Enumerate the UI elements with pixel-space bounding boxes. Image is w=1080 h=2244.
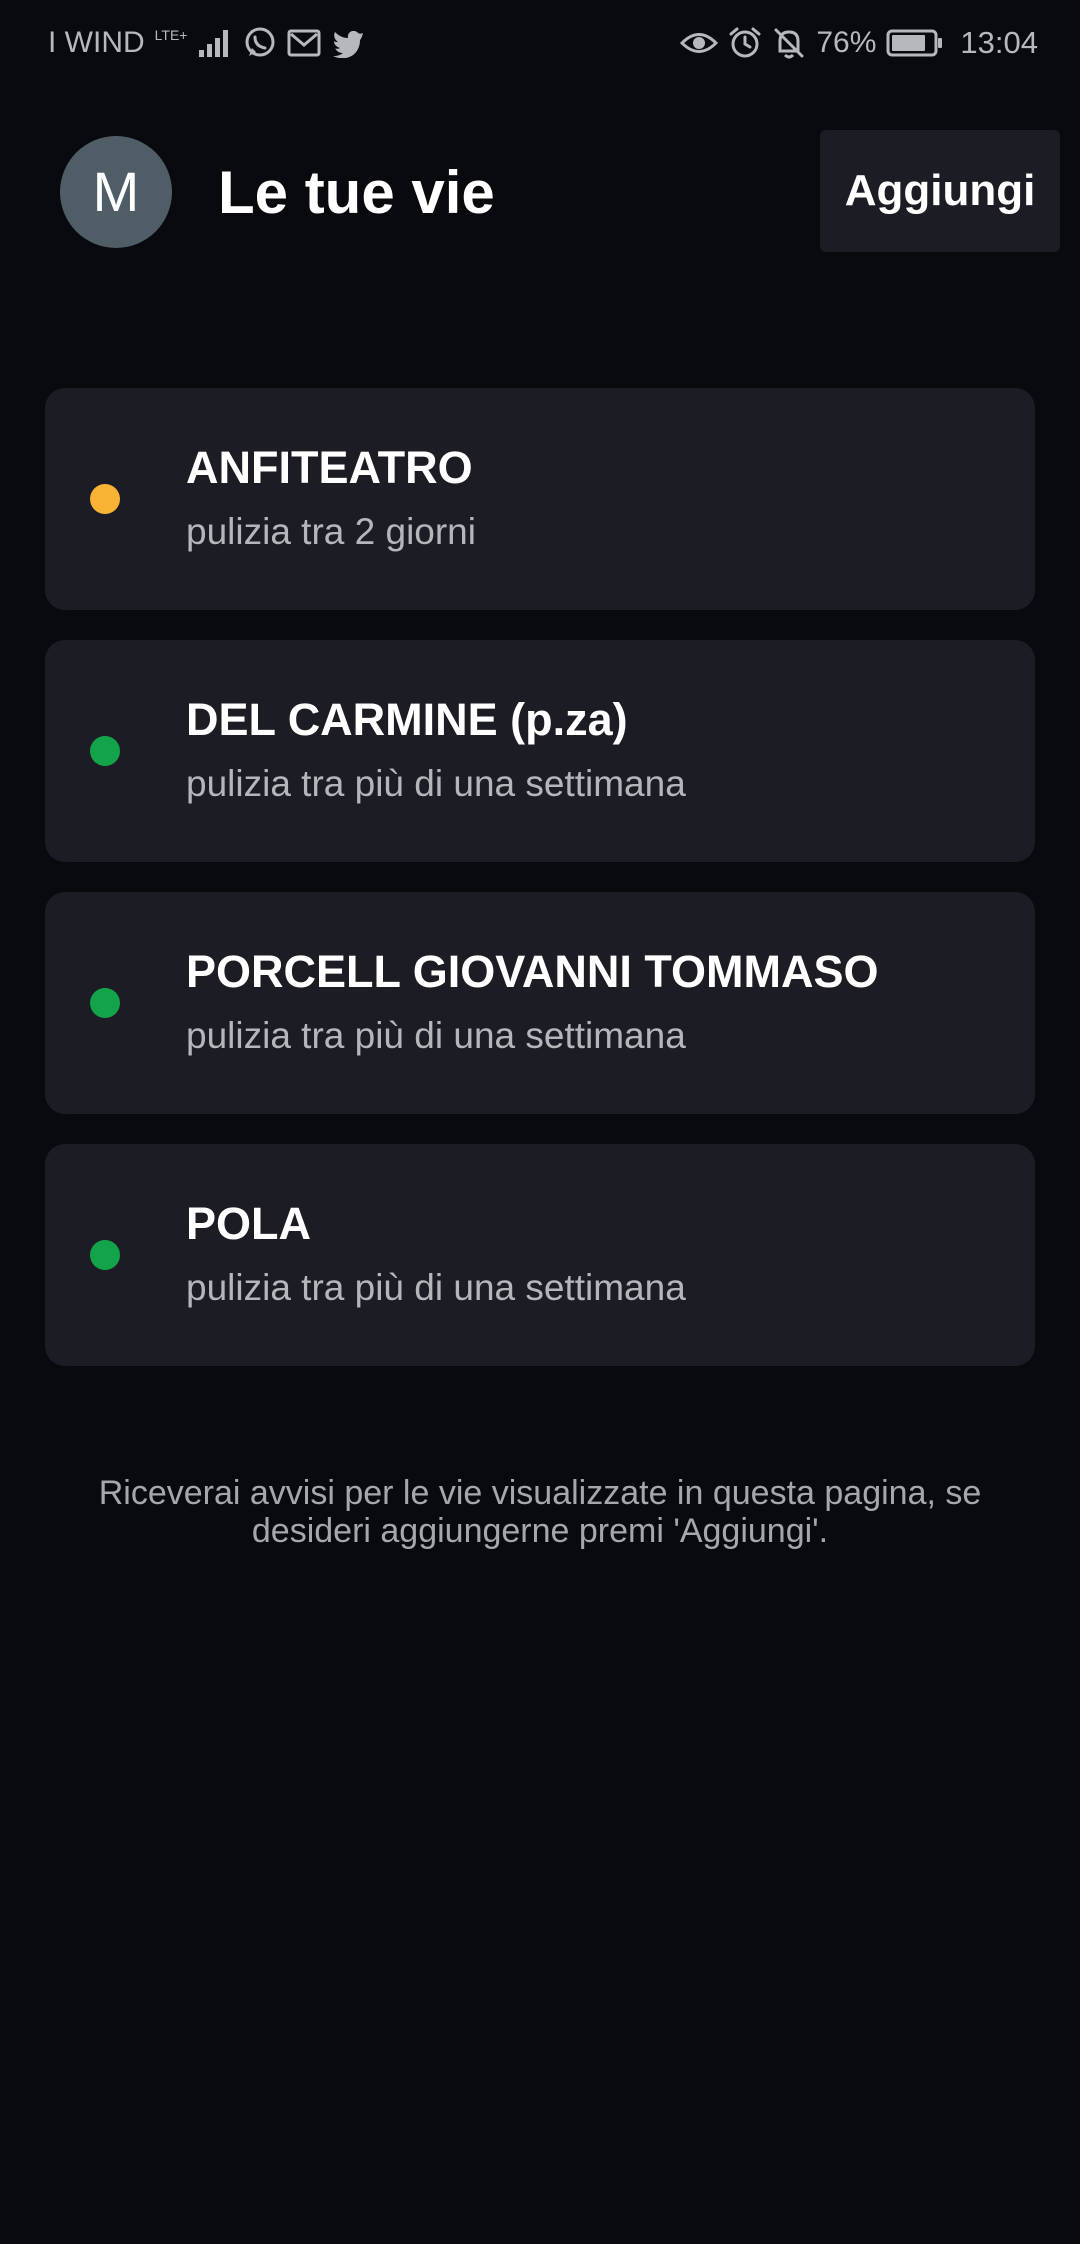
cleaning-info: pulizia tra più di una settimana: [186, 763, 686, 804]
street-list: ANFITEATRO pulizia tra 2 giorni DEL CARM…: [45, 388, 1035, 1396]
status-bar-right: 76% 13:04: [680, 25, 1038, 61]
page-title: Le tue vie: [218, 159, 495, 226]
street-name: PORCELL GIOVANNI TOMMASO: [186, 946, 879, 997]
status-dot: [90, 484, 120, 514]
twitter-icon: [331, 28, 365, 58]
street-card-pola[interactable]: POLA pulizia tra più di una settimana: [45, 1144, 1035, 1366]
gmail-icon: [287, 28, 321, 58]
carrier-label: I WIND: [48, 26, 145, 59]
add-street-button[interactable]: Aggiungi: [820, 130, 1060, 252]
whatsapp-icon: [243, 26, 277, 60]
status-bar: I WIND LTE+ 76% 13:04: [0, 0, 1080, 86]
cleaning-info: pulizia tra più di una settimana: [186, 1267, 686, 1308]
avatar[interactable]: M: [60, 136, 172, 248]
eye-icon: [680, 28, 719, 58]
signal-icon: [197, 28, 233, 58]
cleaning-info: pulizia tra 2 giorni: [186, 511, 476, 552]
status-bar-left: I WIND LTE+: [48, 26, 365, 60]
street-card-del-carmine[interactable]: DEL CARMINE (p.za) pulizia tra più di un…: [45, 640, 1035, 862]
street-name: DEL CARMINE (p.za): [186, 694, 628, 745]
battery-percent: 76%: [816, 26, 877, 59]
status-dot: [90, 1240, 120, 1270]
app-header: M Le tue vie Aggiungi: [60, 130, 1060, 254]
alarm-icon: [728, 26, 762, 60]
network-type: LTE+: [154, 27, 188, 43]
status-dot: [90, 736, 120, 766]
cleaning-info: pulizia tra più di una settimana: [186, 1015, 686, 1056]
clock: 13:04: [960, 25, 1038, 60]
battery-icon: [886, 28, 944, 58]
street-card-anfiteatro[interactable]: ANFITEATRO pulizia tra 2 giorni: [45, 388, 1035, 610]
info-note: Riceverai avvisi per le vie visualizzate…: [98, 1474, 982, 1550]
street-name: ANFITEATRO: [186, 442, 473, 493]
street-card-porcell-giovanni-tommaso[interactable]: PORCELL GIOVANNI TOMMASO pulizia tra più…: [45, 892, 1035, 1114]
status-dot: [90, 988, 120, 1018]
street-name: POLA: [186, 1198, 312, 1249]
notifications-off-icon: [772, 26, 806, 60]
